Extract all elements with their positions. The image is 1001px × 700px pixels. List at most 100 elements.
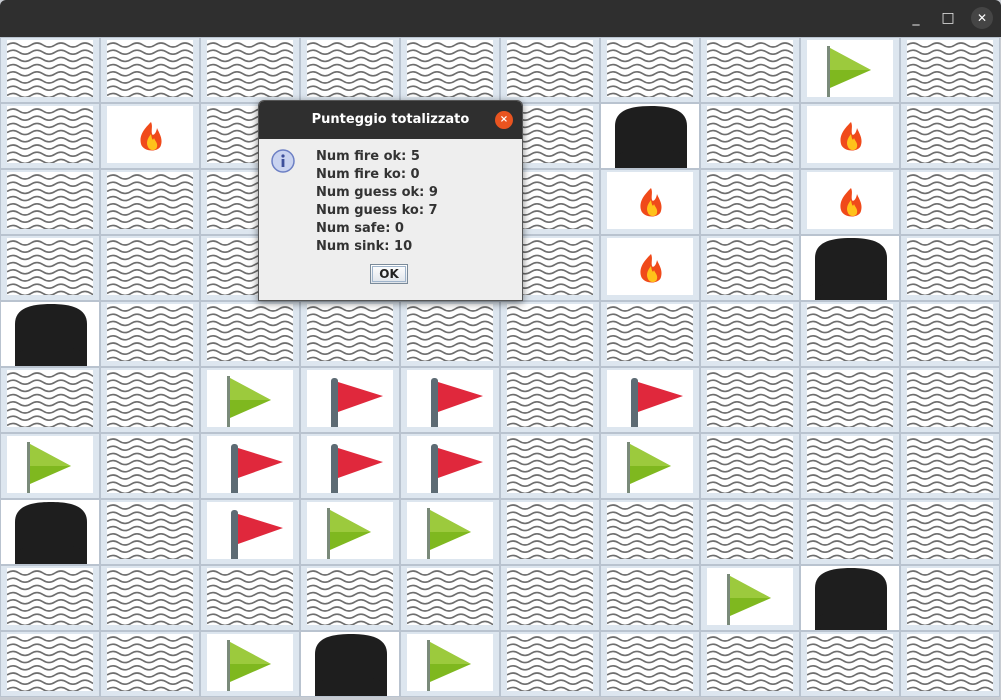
green-flag-icon [607,436,693,493]
wave-pattern-icon [607,568,693,625]
board-cell-water[interactable] [700,235,800,301]
board-cell-water[interactable] [900,169,1000,235]
board-cell-water[interactable] [100,367,200,433]
close-window-button[interactable]: ✕ [965,0,999,37]
board-cell-water[interactable] [700,631,800,697]
board-cell-fire[interactable] [800,169,900,235]
board-cell-water[interactable] [600,499,700,565]
board-cell-water[interactable] [600,301,700,367]
board-cell-fire[interactable] [100,103,200,169]
board-cell-water[interactable] [900,103,1000,169]
board-cell-flag-green[interactable] [800,37,900,103]
board-cell-water[interactable] [900,499,1000,565]
board-cell-water[interactable] [500,565,600,631]
board-cell-sunk[interactable] [600,103,700,169]
board-cell-sunk[interactable] [0,499,100,565]
board-cell-flag-green[interactable] [600,433,700,499]
board-cell-flag-green[interactable] [0,433,100,499]
board-cell-water[interactable] [900,565,1000,631]
board-cell-water[interactable] [700,433,800,499]
board-cell-flag-red[interactable] [200,499,300,565]
wave-pattern-icon [507,502,593,559]
board-cell-water[interactable] [0,37,100,103]
board-cell-water[interactable] [900,37,1000,103]
board-cell-water[interactable] [0,103,100,169]
board-cell-water[interactable] [100,631,200,697]
board-cell-water[interactable] [500,301,600,367]
board-cell-flag-green[interactable] [200,367,300,433]
board-cell-water[interactable] [500,367,600,433]
wave-pattern-icon [7,634,93,691]
wave-pattern-icon [807,304,893,361]
ok-button[interactable]: OK [370,264,408,284]
board-cell-water[interactable] [500,499,600,565]
board-cell-water[interactable] [900,367,1000,433]
board-cell-water[interactable] [0,235,100,301]
board-cell-water[interactable] [100,169,200,235]
board-cell-water[interactable] [100,499,200,565]
board-cell-water[interactable] [100,37,200,103]
board-cell-water[interactable] [100,235,200,301]
board-cell-water[interactable] [500,433,600,499]
board-cell-sunk[interactable] [800,565,900,631]
board-cell-sunk[interactable] [800,235,900,301]
board-cell-water[interactable] [400,565,500,631]
board-cell-flag-red[interactable] [300,433,400,499]
board-cell-water[interactable] [300,565,400,631]
board-cell-water[interactable] [900,433,1000,499]
board-cell-water[interactable] [700,103,800,169]
board-cell-water[interactable] [400,301,500,367]
board-cell-water[interactable] [800,367,900,433]
board-cell-water[interactable] [500,631,600,697]
board-cell-water[interactable] [300,37,400,103]
board-cell-water[interactable] [500,37,600,103]
board-cell-flag-green[interactable] [200,631,300,697]
board-cell-flag-red[interactable] [400,433,500,499]
board-cell-water[interactable] [800,631,900,697]
board-cell-water[interactable] [600,631,700,697]
board-cell-flag-green[interactable] [700,565,800,631]
board-cell-sunk[interactable] [0,301,100,367]
board-cell-water[interactable] [100,433,200,499]
board-cell-water[interactable] [300,301,400,367]
board-cell-flag-green[interactable] [400,499,500,565]
minimize-button[interactable]: _ [899,0,933,37]
board-cell-water[interactable] [600,37,700,103]
board-cell-water[interactable] [800,499,900,565]
board-cell-water[interactable] [400,37,500,103]
board-cell-flag-red[interactable] [400,367,500,433]
board-cell-water[interactable] [700,37,800,103]
board-cell-flag-green[interactable] [300,499,400,565]
board-cell-water[interactable] [700,499,800,565]
board-cell-water[interactable] [0,367,100,433]
board-cell-water[interactable] [0,631,100,697]
board-cell-flag-red[interactable] [200,433,300,499]
board-cell-water[interactable] [0,565,100,631]
board-cell-sunk[interactable] [300,631,400,697]
board-cell-fire[interactable] [800,103,900,169]
board-cell-water[interactable] [700,301,800,367]
board-cell-water[interactable] [200,565,300,631]
board-cell-water[interactable] [900,301,1000,367]
board-cell-water[interactable] [700,169,800,235]
board-cell-water[interactable] [800,433,900,499]
board-cell-flag-red[interactable] [300,367,400,433]
board-cell-water[interactable] [100,301,200,367]
board-cell-water[interactable] [900,631,1000,697]
wave-pattern-icon [507,436,593,493]
board-cell-water[interactable] [100,565,200,631]
board-cell-water[interactable] [800,301,900,367]
dialog-close-button[interactable]: × [495,111,513,129]
board-cell-water[interactable] [0,169,100,235]
board-cell-water[interactable] [200,301,300,367]
wave-pattern-icon [7,238,93,295]
board-cell-fire[interactable] [600,235,700,301]
board-cell-water[interactable] [600,565,700,631]
board-cell-water[interactable] [700,367,800,433]
board-cell-water[interactable] [900,235,1000,301]
board-cell-flag-red[interactable] [600,367,700,433]
board-cell-water[interactable] [200,37,300,103]
board-cell-flag-green[interactable] [400,631,500,697]
maximize-button[interactable]: □ [931,0,965,37]
board-cell-fire[interactable] [600,169,700,235]
